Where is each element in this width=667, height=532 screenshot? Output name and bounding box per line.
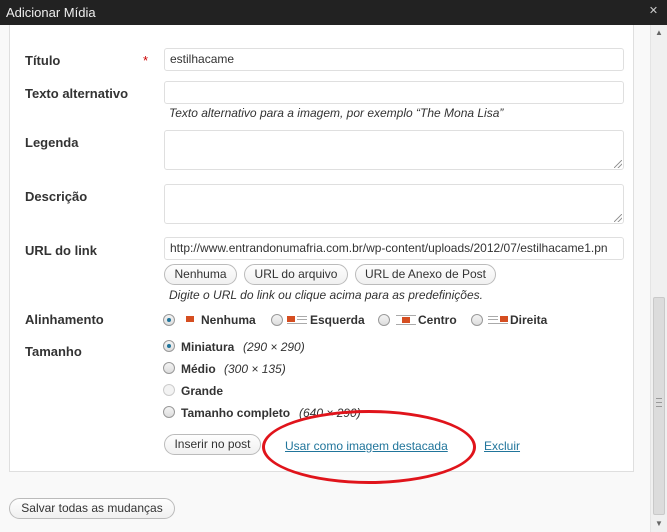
dialog-titlebar: Adicionar Mídia ✕ <box>0 0 667 25</box>
size-thumbnail-dims: (290 × 290) <box>243 340 305 354</box>
scroll-up-icon[interactable]: ▲ <box>651 25 667 41</box>
resize-handle-icon[interactable] <box>614 160 622 168</box>
title-input[interactable]: estilhacame <box>164 48 624 71</box>
resize-handle-icon[interactable] <box>614 214 622 222</box>
size-medium-radio[interactable] <box>163 362 175 374</box>
align-center-radio[interactable] <box>378 314 390 326</box>
dialog-title: Adicionar Mídia <box>6 5 96 20</box>
size-large-label: Grande <box>181 384 224 398</box>
caption-textarea[interactable] <box>164 130 624 170</box>
delete-link[interactable]: Excluir <box>484 439 520 453</box>
link-none-button[interactable]: Nenhuma <box>164 264 237 285</box>
align-center-label[interactable]: Centro <box>418 313 457 327</box>
size-medium-label[interactable]: Médio <box>181 362 216 376</box>
align-right-label[interactable]: Direita <box>510 313 547 327</box>
align-none-icon <box>180 315 200 325</box>
close-icon[interactable]: ✕ <box>648 6 659 17</box>
link-url-input[interactable]: http://www.entrandonumafria.com.br/wp-co… <box>164 237 624 260</box>
insert-into-post-button[interactable]: Inserir no post <box>164 434 261 455</box>
link-url-hint: Digite o URL do link ou clique acima par… <box>169 288 483 302</box>
alt-text-input[interactable] <box>164 81 624 104</box>
size-label: Tamanho <box>25 344 82 359</box>
alignment-label: Alinhamento <box>25 312 104 327</box>
vertical-scrollbar[interactable]: ▲ ▼ <box>650 25 667 532</box>
align-left-icon <box>287 315 307 325</box>
align-left-label[interactable]: Esquerda <box>310 313 365 327</box>
size-thumbnail-radio[interactable] <box>163 340 175 352</box>
align-none-radio[interactable] <box>163 314 175 326</box>
scroll-down-icon[interactable]: ▼ <box>651 516 667 532</box>
link-url-label: URL do link <box>25 243 97 258</box>
align-right-icon <box>488 315 508 325</box>
required-mark: * <box>143 53 149 68</box>
size-large-radio <box>163 384 175 396</box>
alt-text-label: Texto alternativo <box>25 86 129 101</box>
align-none-label[interactable]: Nenhuma <box>201 313 256 327</box>
title-label: Título <box>25 53 61 68</box>
size-full-label[interactable]: Tamanho completo <box>181 406 290 420</box>
align-center-icon <box>396 315 416 325</box>
link-file-url-button[interactable]: URL do arquivo <box>244 264 348 285</box>
grip-icon <box>656 398 662 407</box>
link-attachment-url-button[interactable]: URL de Anexo de Post <box>355 264 496 285</box>
highlight-ellipse <box>262 410 476 484</box>
caption-label: Legenda <box>25 135 79 150</box>
scrollbar-thumb[interactable] <box>653 297 665 515</box>
save-all-changes-button[interactable]: Salvar todas as mudanças <box>9 498 175 519</box>
description-textarea[interactable] <box>164 184 624 224</box>
size-full-radio[interactable] <box>163 406 175 418</box>
align-left-radio[interactable] <box>271 314 283 326</box>
align-right-radio[interactable] <box>471 314 483 326</box>
description-label: Descrição <box>25 189 88 204</box>
size-medium-dims: (300 × 135) <box>224 362 286 376</box>
size-thumbnail-label[interactable]: Miniatura <box>181 340 234 354</box>
alt-text-hint: Texto alternativo para a imagem, por exe… <box>169 106 504 120</box>
